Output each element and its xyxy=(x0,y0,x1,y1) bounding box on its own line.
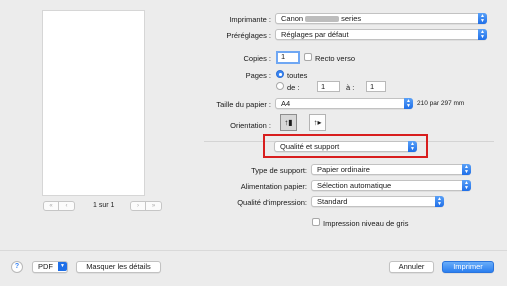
paper-source-value: Sélection automatique xyxy=(317,181,392,190)
presets-value: Réglages par défaut xyxy=(281,30,349,39)
pager-back-group: « ‹ xyxy=(43,201,75,211)
media-type-label: Type de support: xyxy=(251,166,307,175)
chevron-updown-icon: ▲ ▼ xyxy=(462,180,471,191)
media-type-value: Papier ordinaire xyxy=(317,165,370,174)
next-page-button[interactable]: › xyxy=(130,201,146,211)
previous-page-button[interactable]: ‹ xyxy=(59,201,75,211)
redacted-model xyxy=(305,16,340,23)
print-quality-value: Standard xyxy=(317,197,348,206)
section-popup-value: Qualité et support xyxy=(280,142,340,151)
portrait-orientation-button[interactable]: ↑▮ xyxy=(280,114,297,131)
paper-size-popup[interactable]: A4 ▲ ▼ xyxy=(275,98,413,109)
paper-dimensions: 210 par 297 mm xyxy=(417,100,465,107)
paper-size-value: A4 xyxy=(281,99,291,108)
printer-name-prefix: Canon xyxy=(281,14,304,23)
paper-source-label: Alimentation papier: xyxy=(240,182,307,191)
copies-field[interactable]: 1 xyxy=(276,51,300,64)
media-type-popup[interactable]: Papier ordinaire ▲ ▼ xyxy=(311,164,471,175)
pdf-menu-button[interactable]: PDF ▼ xyxy=(32,261,68,273)
hide-details-button[interactable]: Masquer les détails xyxy=(76,261,161,273)
help-button[interactable]: ? xyxy=(11,261,23,273)
page-counter: 1 sur 1 xyxy=(93,202,115,209)
chevron-updown-icon: ▲ ▼ xyxy=(404,98,413,109)
chevron-updown-icon: ▲ ▼ xyxy=(478,29,487,40)
pages-all-label: toutes xyxy=(287,71,308,80)
chevron-updown-icon: ▲ ▼ xyxy=(478,13,487,24)
cancel-button[interactable]: Annuler xyxy=(389,261,434,273)
section-popup[interactable]: Qualité et support ▲ ▼ xyxy=(274,141,417,152)
print-quality-label: Qualité d'impression: xyxy=(237,198,307,207)
portrait-person-icon: ↑▮ xyxy=(284,118,293,127)
last-page-button[interactable]: » xyxy=(146,201,162,211)
presets-popup[interactable]: Réglages par défaut ▲ ▼ xyxy=(275,29,487,40)
print-quality-popup[interactable]: Standard ▲ ▼ xyxy=(311,196,444,207)
pages-label: Pages : xyxy=(245,71,271,80)
chevron-updown-icon: ▲ ▼ xyxy=(435,196,444,207)
landscape-person-icon: ↑▸ xyxy=(313,118,322,127)
pages-to-field[interactable]: 1 xyxy=(366,81,386,92)
printer-label: Imprimante : xyxy=(229,15,271,24)
pages-all-radio[interactable] xyxy=(276,70,284,78)
copies-label: Copies : xyxy=(243,54,271,63)
presets-label: Préréglages : xyxy=(226,31,271,40)
duplex-checkbox[interactable] xyxy=(304,53,312,61)
pages-range-radio[interactable] xyxy=(276,82,284,90)
chevron-down-icon: ▼ xyxy=(58,262,67,271)
pages-from-field[interactable]: 1 xyxy=(317,81,340,92)
first-page-button[interactable]: « xyxy=(43,201,59,211)
footer-divider xyxy=(0,250,507,251)
pdf-label: PDF xyxy=(38,262,53,271)
printer-popup[interactable]: Canon series ▲ ▼ xyxy=(275,13,487,24)
paper-source-popup[interactable]: Sélection automatique ▲ ▼ xyxy=(311,180,471,191)
pages-to-label: à : xyxy=(346,83,355,92)
grayscale-checkbox[interactable] xyxy=(312,218,320,226)
chevron-updown-icon: ▲ ▼ xyxy=(462,164,471,175)
landscape-orientation-button[interactable]: ↑▸ xyxy=(309,114,326,131)
orientation-label: Orientation : xyxy=(230,121,271,130)
duplex-label: Recto verso xyxy=(315,54,356,63)
print-preview-page xyxy=(42,10,145,196)
print-button[interactable]: Imprimer xyxy=(442,261,494,273)
pager-forward-group: › » xyxy=(130,201,162,211)
grayscale-label: Impression niveau de gris xyxy=(323,219,409,228)
pages-from-label: de : xyxy=(287,83,300,92)
chevron-updown-icon: ▲ ▼ xyxy=(408,141,417,152)
paper-size-label: Taille du papier : xyxy=(216,100,271,109)
printer-name-suffix: series xyxy=(341,14,362,23)
